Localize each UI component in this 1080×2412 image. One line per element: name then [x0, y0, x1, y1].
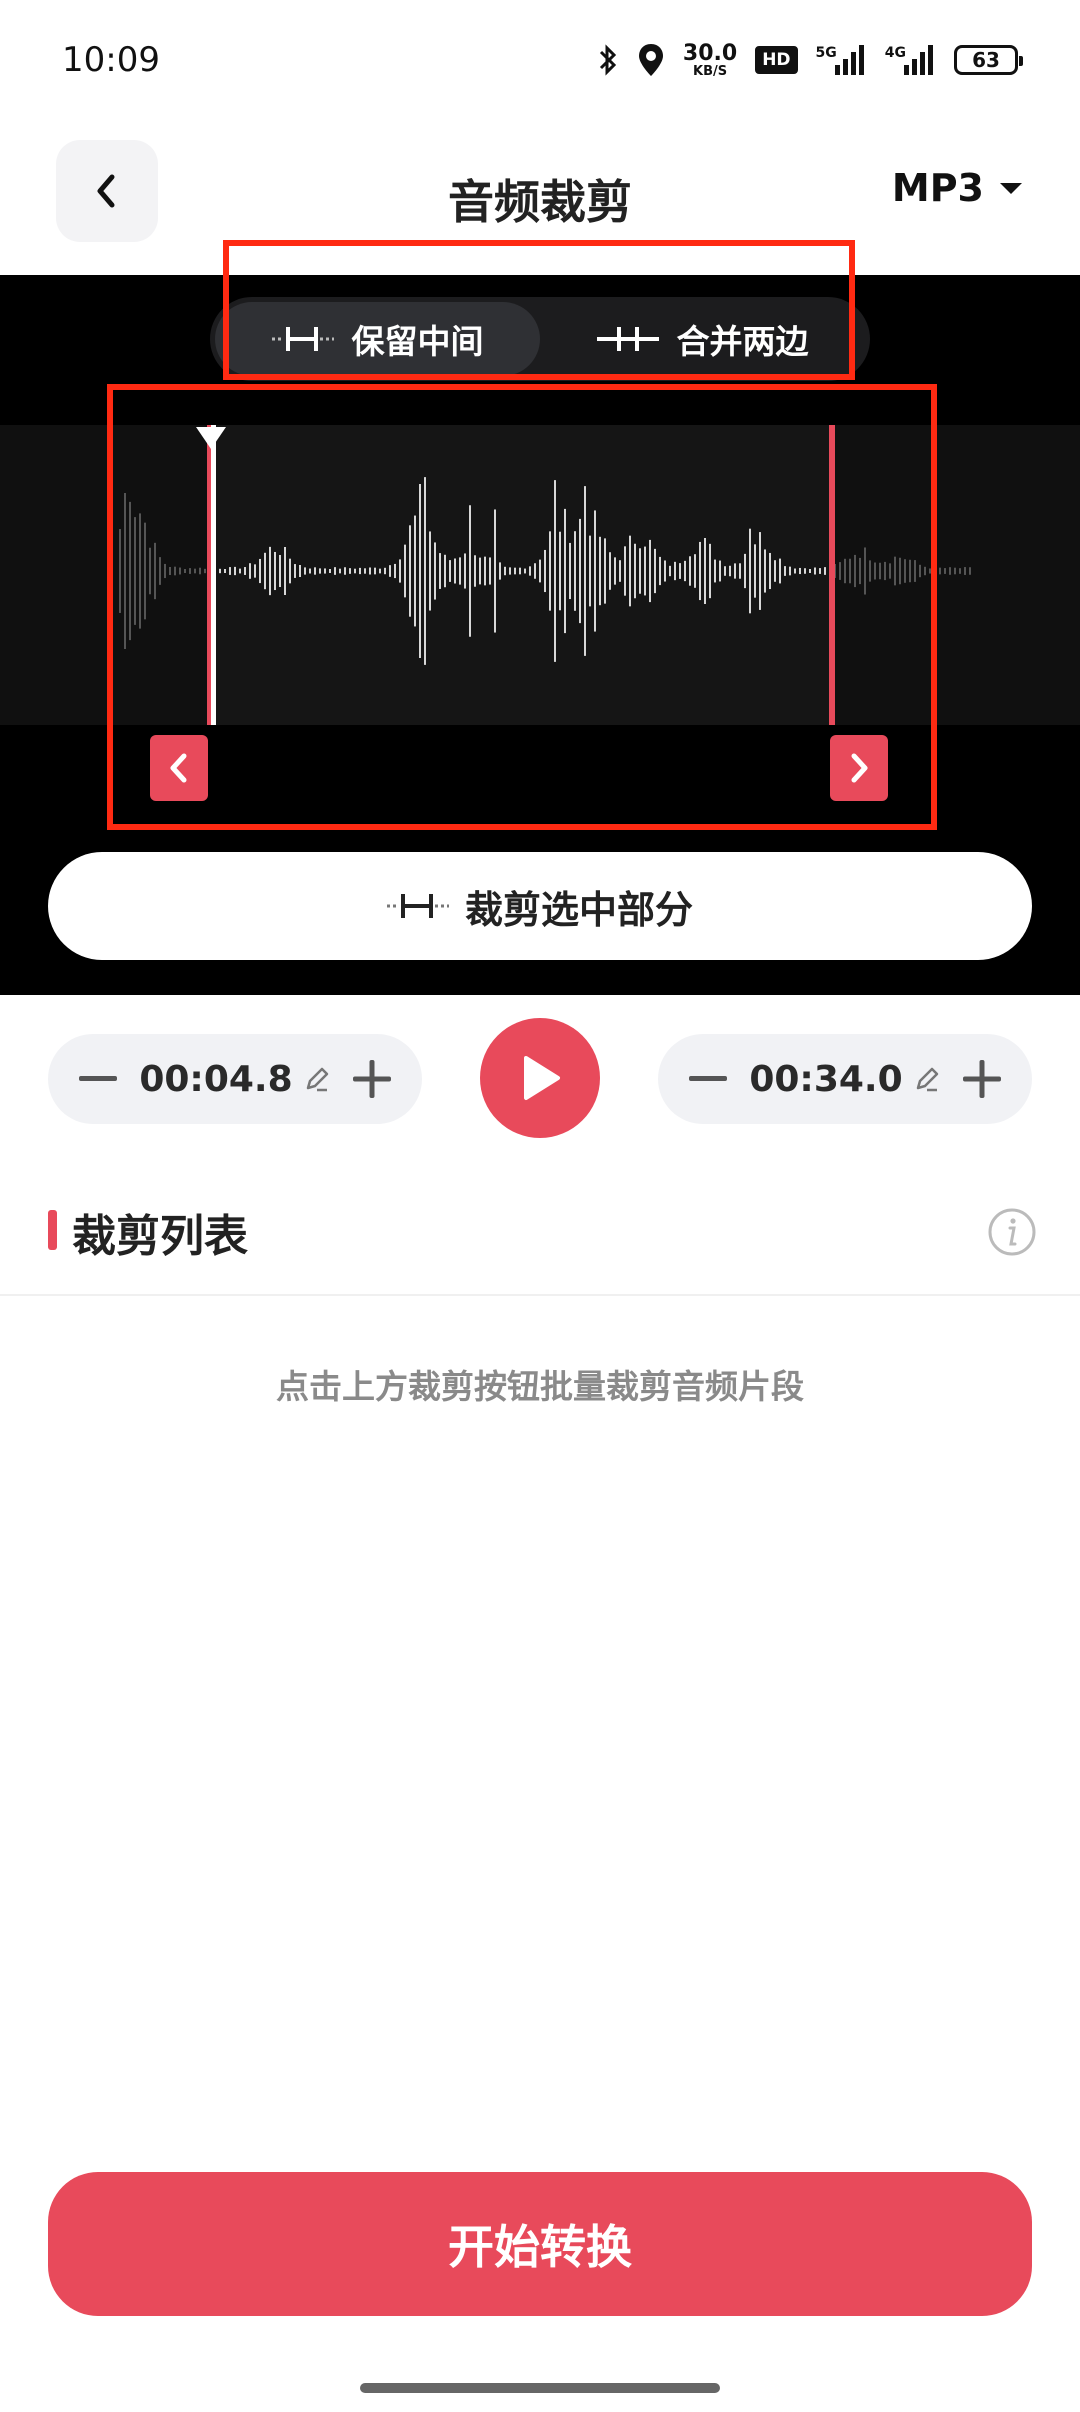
status-time: 10:09 — [62, 40, 160, 80]
signal-4g: 4G — [885, 45, 936, 75]
caret-down-icon — [1000, 183, 1022, 194]
mode-keep-middle[interactable]: 保留中间 — [215, 302, 540, 376]
end-time-text: 00:34.0 — [749, 1058, 903, 1100]
signal-5g: 5G — [816, 45, 867, 75]
format-label: MP3 — [891, 166, 984, 210]
status-bar: 10:09 30.0 KB/S HD 5G 4G 63 — [0, 0, 1080, 120]
start-minus-button[interactable] — [76, 1057, 120, 1101]
start-time-text: 00:04.8 — [139, 1058, 293, 1100]
pencil-icon — [916, 1067, 938, 1092]
pencil-icon — [306, 1067, 328, 1092]
net-speed-unit: KB/S — [693, 63, 728, 79]
play-icon — [524, 1056, 560, 1100]
signal-bars-icon — [834, 45, 864, 75]
crop-selection-label: 裁剪选中部分 — [464, 887, 693, 932]
merge-sides-icon — [596, 327, 659, 351]
minus-icon — [79, 1076, 117, 1081]
start-time-stepper: 00:04.8 — [48, 1034, 422, 1124]
start-handle[interactable] — [150, 735, 208, 801]
clip-list-header: 裁剪列表 — [0, 1196, 1080, 1296]
waveform-track[interactable] — [0, 425, 1080, 725]
signal-bars-icon — [904, 45, 933, 75]
mode-keep-middle-label: 保留中间 — [351, 322, 484, 361]
plus-icon — [963, 1060, 1001, 1098]
selection-end-line — [829, 425, 835, 725]
end-time-value[interactable]: 00:34.0 — [730, 1059, 960, 1100]
plus-icon — [353, 1060, 391, 1098]
chevron-left-icon — [170, 753, 187, 783]
audio-editor: 保留中间 合并两边 裁剪选中部分 — [0, 275, 1080, 995]
start-time-value[interactable]: 00:04.8 — [120, 1059, 350, 1100]
end-handle[interactable] — [830, 735, 888, 801]
format-select[interactable]: MP3 — [892, 166, 1024, 210]
mode-merge-sides-label: 合并两边 — [676, 322, 809, 361]
unselected-region-left — [0, 425, 210, 725]
playhead-line — [211, 425, 216, 725]
empty-hint: 点击上方裁剪按钮批量裁剪音频片段 — [276, 1367, 804, 1406]
net-speed-value: 30.0 — [682, 40, 738, 66]
battery-level: 63 — [972, 48, 1000, 72]
start-convert-button[interactable]: 开始转换 — [48, 2172, 1032, 2316]
net-speed: 30.0 KB/S — [682, 40, 738, 79]
play-button[interactable] — [480, 1018, 600, 1138]
end-time-stepper: 00:34.0 — [658, 1034, 1032, 1124]
clip-list-title: 裁剪列表 — [72, 1211, 248, 1262]
crop-selection-button[interactable]: 裁剪选中部分 — [48, 852, 1032, 960]
header: 音频裁剪 MP3 — [0, 138, 1080, 242]
hd-badge: HD — [755, 46, 798, 74]
home-indicator[interactable] — [360, 2383, 720, 2393]
info-icon[interactable] — [986, 1206, 1038, 1262]
time-controls: 00:04.8 00:34.0 — [0, 1018, 1080, 1138]
minus-icon — [689, 1076, 727, 1081]
location-icon — [637, 42, 665, 78]
bluetooth-icon — [597, 43, 619, 77]
waveform — [0, 425, 1080, 725]
keep-middle-icon — [386, 894, 449, 918]
status-icons: 30.0 KB/S HD 5G 4G 63 — [597, 40, 1023, 79]
mode-toggle: 保留中间 合并两边 — [210, 297, 870, 381]
mode-merge-sides[interactable]: 合并两边 — [540, 302, 865, 376]
chevron-right-icon — [851, 753, 868, 783]
battery-icon: 63 — [954, 45, 1023, 75]
end-plus-button[interactable] — [960, 1057, 1004, 1101]
keep-middle-icon — [271, 327, 334, 351]
start-convert-label: 开始转换 — [448, 2220, 632, 2274]
section-accent-bar — [48, 1210, 57, 1250]
end-minus-button[interactable] — [686, 1057, 730, 1101]
start-plus-button[interactable] — [350, 1057, 394, 1101]
